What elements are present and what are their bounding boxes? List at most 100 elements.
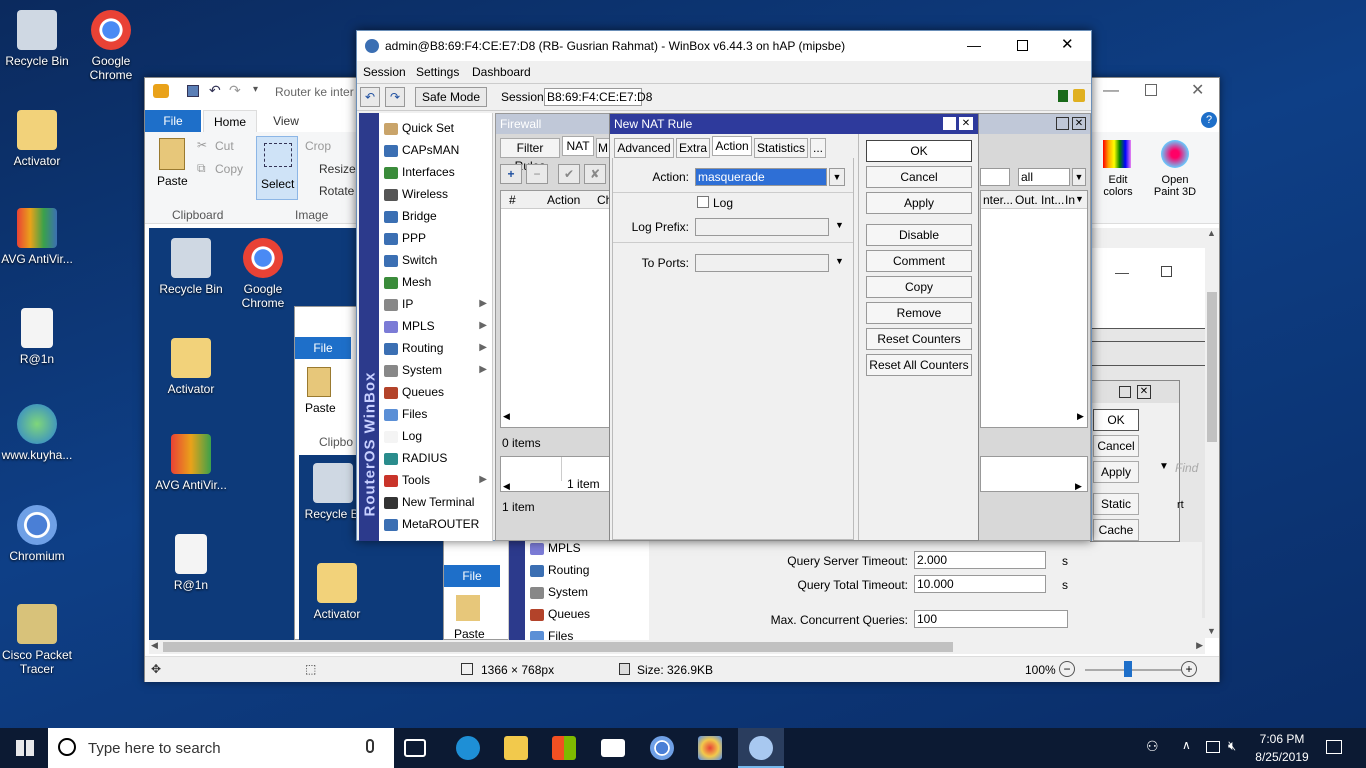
tab-file[interactable]: File xyxy=(145,110,201,132)
sidebar-item-quick-set[interactable]: Quick Set xyxy=(381,117,491,139)
tab-more-nat[interactable]: ... xyxy=(810,138,826,158)
desktop-icon-cisco[interactable]: Cisco Packet Tracer xyxy=(0,604,77,676)
action-select[interactable]: masquerade xyxy=(695,168,827,186)
bg-find-field[interactable]: Find xyxy=(1175,461,1198,475)
table-scroll-right-icon[interactable]: ▶ xyxy=(1077,411,1084,422)
resize-button[interactable]: Resize xyxy=(319,162,356,176)
add-icon[interactable]: + xyxy=(500,164,522,184)
winbox-close-icon[interactable]: ✕ xyxy=(1061,35,1074,53)
log-checkbox[interactable] xyxy=(697,196,709,208)
edge-icon[interactable] xyxy=(456,736,480,760)
tab-statistics[interactable]: Statistics xyxy=(754,138,808,158)
sidebar-item-routing[interactable]: Routing ▶ xyxy=(381,337,491,359)
action-dropdown-icon[interactable]: ▼ xyxy=(829,168,845,186)
desktop-icon-chromium[interactable]: Chromium xyxy=(0,505,77,563)
tab-view[interactable]: View xyxy=(261,110,311,132)
save-icon[interactable] xyxy=(187,85,199,97)
file-explorer-icon[interactable] xyxy=(504,736,528,760)
winbox-minimize-icon[interactable]: — xyxy=(967,37,981,53)
sidebar-item-bridge[interactable]: Bridge xyxy=(381,205,491,227)
vertical-scrollbar[interactable]: ▲ ▼ xyxy=(1205,228,1219,638)
zoom-slider[interactable] xyxy=(1085,669,1181,671)
show-hidden-icons[interactable]: ∧ xyxy=(1182,738,1191,752)
paint-minimize-icon[interactable]: — xyxy=(1103,82,1119,100)
back-icon[interactable]: ↶ xyxy=(360,87,380,107)
crop-button[interactable]: Crop xyxy=(305,139,331,153)
tab-extra[interactable]: Extra xyxy=(676,138,710,158)
cut-button[interactable]: Cut xyxy=(215,139,234,153)
remove-icon[interactable]: − xyxy=(526,164,548,184)
undo-icon[interactable]: ↶ xyxy=(209,82,221,99)
task-view-icon[interactable] xyxy=(404,739,426,757)
forward-icon[interactable]: ↷ xyxy=(385,87,405,107)
paint-taskbar-icon[interactable] xyxy=(698,736,722,760)
chromium-taskbar-icon[interactable] xyxy=(650,736,674,760)
zoom-slider-thumb[interactable] xyxy=(1124,661,1132,677)
session-field[interactable]: B8:69:F4:CE:E7:D8 xyxy=(544,88,652,106)
bg-dialog-close-icon[interactable]: ✕ xyxy=(1137,385,1151,399)
rotate-button[interactable]: Rotate xyxy=(319,184,354,198)
edit-colors-button[interactable]: Edit colors xyxy=(1097,174,1139,198)
desktop-icon-kuyhaa[interactable]: www.kuyha... xyxy=(0,404,77,462)
nat-copy-button[interactable]: Copy xyxy=(866,276,972,298)
people-icon[interactable]: ⚇ xyxy=(1146,738,1159,755)
horizontal-scrollbar[interactable]: ◀ ▶ xyxy=(149,640,1205,654)
bg-cache-button[interactable]: Cache xyxy=(1093,519,1139,541)
paste-icon[interactable] xyxy=(159,138,185,170)
paint-maximize-icon[interactable] xyxy=(1145,84,1157,96)
col-out-inter[interactable]: Out. Int... xyxy=(1015,193,1064,207)
sidebar-item-interfaces[interactable]: Interfaces xyxy=(381,161,491,183)
log-prefix-input[interactable] xyxy=(695,218,829,236)
winbox-taskbar-button[interactable] xyxy=(738,728,784,768)
help-icon[interactable]: ? xyxy=(1201,112,1217,128)
nat-apply-button[interactable]: Apply xyxy=(866,192,972,214)
tab-more[interactable]: M xyxy=(596,138,610,158)
tab-action[interactable]: Action xyxy=(712,136,752,156)
sidebar-item-switch[interactable]: Switch xyxy=(381,249,491,271)
sidebar-item-system[interactable]: System ▶ xyxy=(381,359,491,381)
nat-disable-button[interactable]: Disable xyxy=(866,224,972,246)
redo-icon[interactable]: ↷ xyxy=(229,82,241,99)
menu-session[interactable]: Session xyxy=(363,65,406,79)
tab-home[interactable]: Home xyxy=(203,110,257,132)
nat-reset-all-counters-button[interactable]: Reset All Counters xyxy=(866,354,972,376)
quick-access-dropdown-icon[interactable]: ▾ xyxy=(253,84,258,95)
safe-mode-button[interactable]: Safe Mode xyxy=(415,87,487,107)
bg-static-button[interactable]: Static xyxy=(1093,493,1139,515)
nat-remove-button[interactable]: Remove xyxy=(866,302,972,324)
nat-dialog-maximize-icon[interactable] xyxy=(943,117,956,130)
query-server-timeout-input[interactable]: 2.000 xyxy=(914,551,1046,569)
nat-reset-counters-button[interactable]: Reset Counters xyxy=(866,328,972,350)
sidebar-item-mpls[interactable]: MPLS ▶ xyxy=(381,315,491,337)
bg-cancel-button[interactable]: Cancel xyxy=(1093,435,1139,457)
sidebar-item-ip[interactable]: IP ▶ xyxy=(381,293,491,315)
sidebar-item-radius[interactable]: RADIUS xyxy=(381,447,491,469)
network-icon[interactable] xyxy=(1206,741,1220,753)
store-icon[interactable] xyxy=(552,736,576,760)
sidebar-item-mesh[interactable]: Mesh xyxy=(381,271,491,293)
firewall-close-icon[interactable]: ✕ xyxy=(1072,117,1086,130)
desktop-icon-recycle-bin[interactable]: Recycle Bin xyxy=(0,10,77,68)
nat-comment-button[interactable]: Comment xyxy=(866,250,972,272)
col-hash[interactable]: # xyxy=(509,193,516,207)
menu-settings[interactable]: Settings xyxy=(416,65,459,79)
max-concurrent-queries-input[interactable]: 100 xyxy=(914,610,1068,628)
sidebar-item-ppp[interactable]: PPP xyxy=(381,227,491,249)
nat-cancel-button[interactable]: Cancel xyxy=(866,166,972,188)
microphone-icon[interactable] xyxy=(366,739,374,753)
select-button[interactable]: Select xyxy=(256,136,298,200)
windows-start-icon[interactable] xyxy=(16,740,34,756)
action-center-icon[interactable] xyxy=(1326,740,1342,754)
to-ports-input[interactable] xyxy=(695,254,829,272)
clock-time[interactable]: 7:06 PM xyxy=(1254,732,1310,746)
search-box[interactable]: Type here to search xyxy=(48,728,394,768)
volume-icon[interactable]: 🔇︎ xyxy=(1228,738,1236,754)
firewall-maximize-icon[interactable] xyxy=(1056,117,1069,130)
sidebar-item-log[interactable]: Log xyxy=(381,425,491,447)
sidebar-item-capsman[interactable]: CAPsMAN xyxy=(381,139,491,161)
desktop-icon-r1n[interactable]: R@1n xyxy=(0,308,77,366)
col-in[interactable]: In xyxy=(1065,193,1075,207)
right-filter-field[interactable] xyxy=(980,168,1010,186)
nat-ok-button[interactable]: OK xyxy=(866,140,972,162)
desktop-icon-activator[interactable]: Activator xyxy=(0,110,77,168)
